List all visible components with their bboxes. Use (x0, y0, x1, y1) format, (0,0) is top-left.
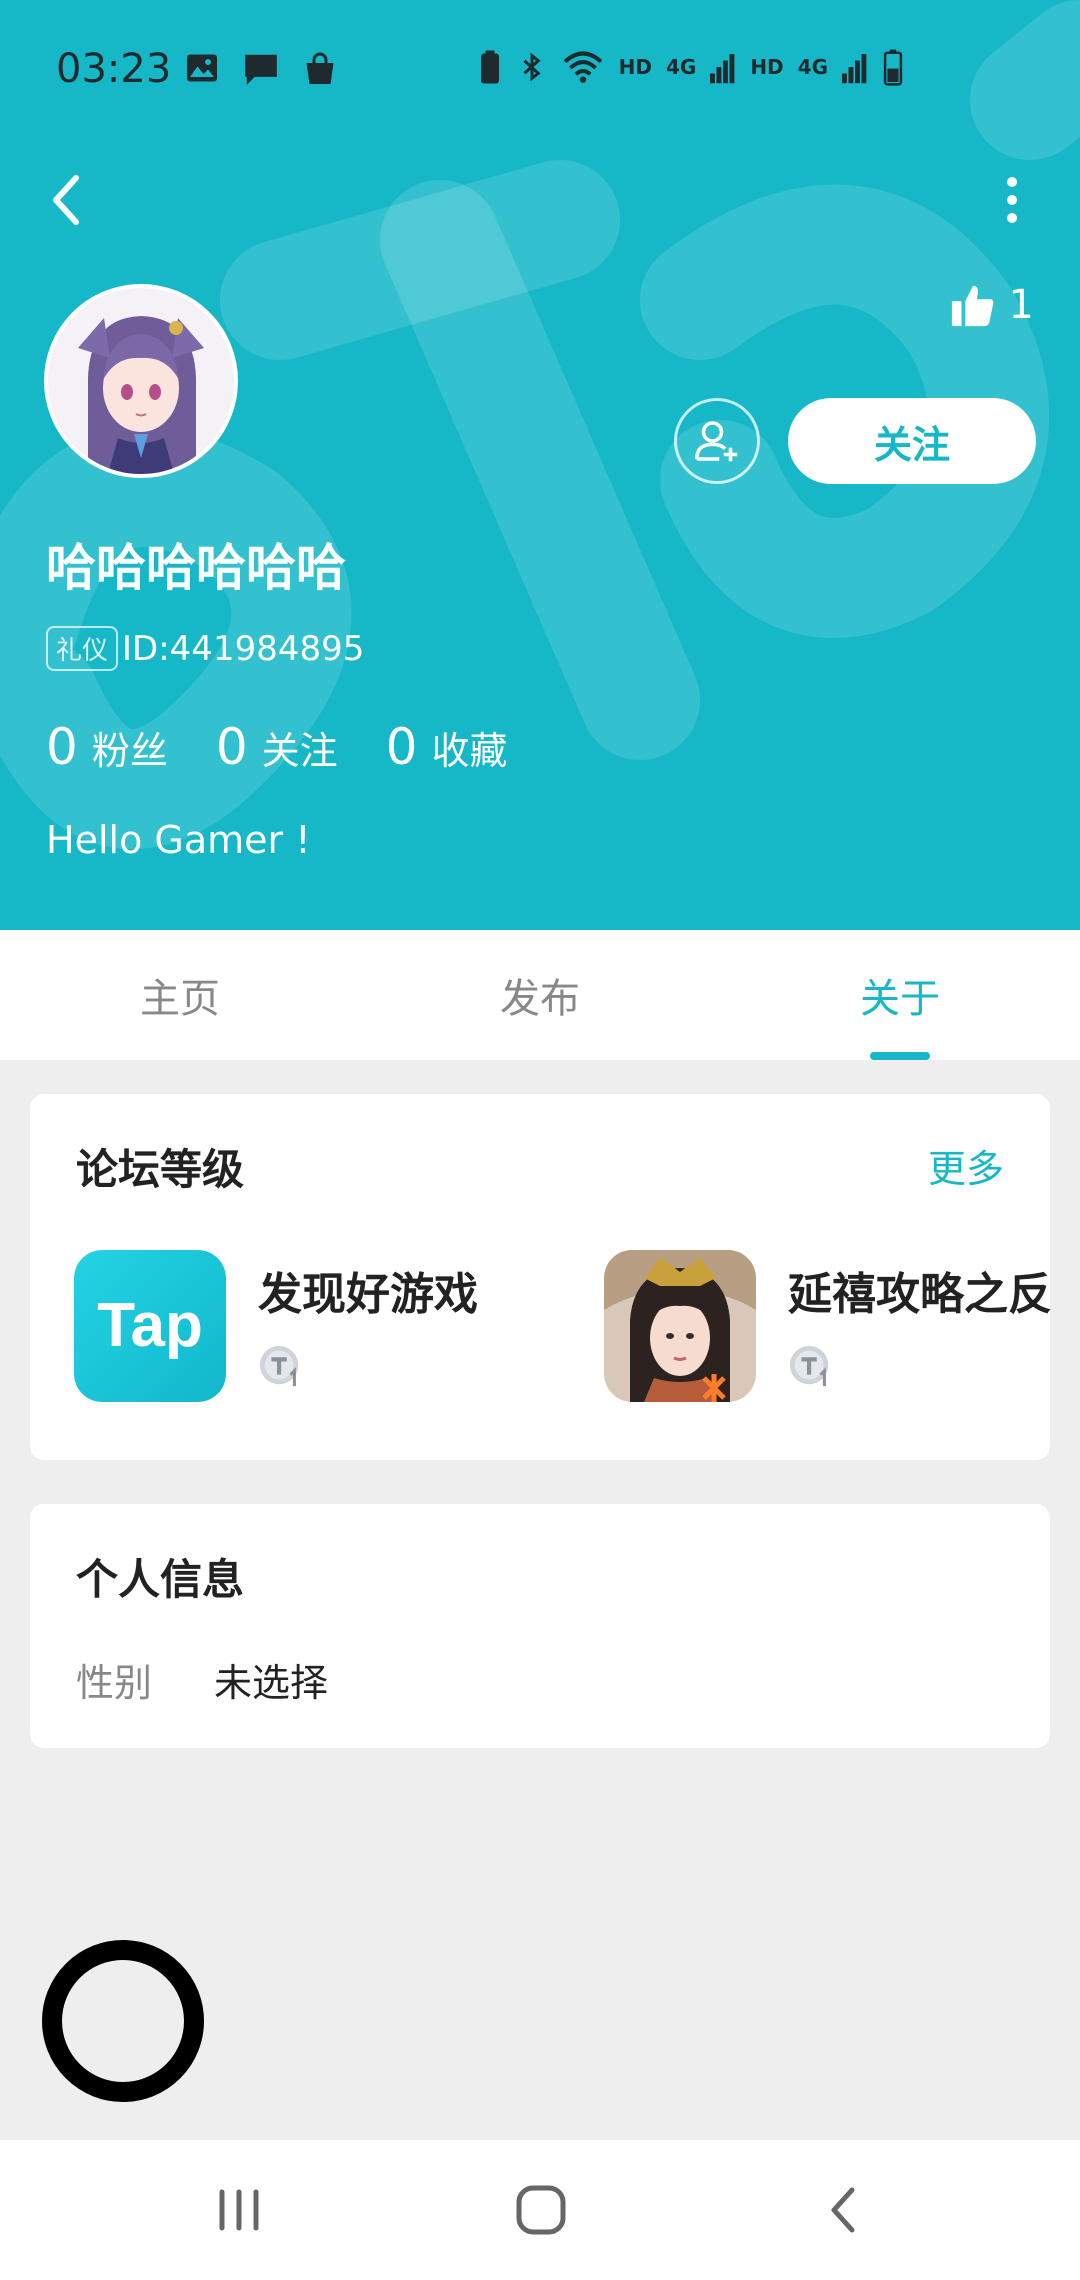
card-title: 个人信息 (76, 1555, 245, 1604)
tab-indicator (870, 1052, 930, 1060)
tab-label: 主页 (140, 976, 220, 1022)
back-arrow-icon[interactable] (46, 170, 86, 230)
network-label: 4G (797, 55, 828, 79)
stat-value: 0 (46, 718, 78, 776)
user-id: ID:441984895 (122, 628, 365, 669)
gallery-icon (187, 54, 217, 82)
game-portrait-icon (604, 1250, 756, 1402)
info-row-gender: 性别 未选择 (76, 1652, 328, 1707)
forum-level-card: 论坛等级 更多 Tap 发现好游戏 延禧攻略之反 (30, 1094, 1052, 1460)
thumbs-up-icon (951, 285, 993, 327)
stat-value: 0 (385, 718, 418, 776)
level-badge-icon (259, 1345, 299, 1387)
tab-label: 关于 (860, 976, 940, 1022)
tap-logo-icon: Tap (74, 1250, 226, 1402)
tab-home[interactable]: 主页 (0, 930, 360, 1060)
tab-about[interactable]: 关于 (720, 930, 1080, 1060)
network-label: HD (618, 55, 652, 79)
signal-icon (842, 54, 867, 84)
profile-tabs: 主页 发布 关于 (0, 930, 1080, 1060)
add-user-icon (694, 421, 738, 462)
floating-button[interactable] (42, 1940, 204, 2102)
forum-game-item[interactable]: 延禧攻略之反 (604, 1250, 1052, 1402)
stat-favorites[interactable]: 0 收藏 (386, 718, 508, 776)
status-left-icons (184, 50, 338, 88)
battery-icon (883, 49, 903, 86)
system-nav-bar (0, 2140, 1080, 2280)
username: 哈哈哈哈哈哈 (46, 539, 346, 597)
svg-text:Tap: Tap (97, 1291, 203, 1360)
battery-saver-icon (480, 50, 499, 84)
tab-label: 发布 (500, 976, 580, 1022)
avatar[interactable] (44, 284, 238, 478)
game-name: 发现好游戏 (258, 1269, 478, 1320)
avatar-image (48, 288, 234, 474)
game-name: 延禧攻略之反 (788, 1269, 1052, 1320)
bluetooth-icon (523, 52, 541, 82)
profile-stats: 0 粉丝 0 关注 0 收藏 (46, 718, 507, 776)
stat-label: 收藏 (431, 729, 508, 773)
stat-value: 0 (215, 718, 248, 776)
info-value: 未选择 (214, 1661, 329, 1705)
id-badge: 礼仪 (46, 626, 119, 671)
more-vertical-icon[interactable] (992, 170, 1032, 230)
stat-fans[interactable]: 0 粉丝 (46, 718, 168, 776)
profile-bio: Hello Gamer ! (46, 818, 311, 862)
tab-posts[interactable]: 发布 (360, 930, 720, 1060)
add-friend-button[interactable] (674, 398, 760, 484)
card-title: 论坛等级 (76, 1145, 245, 1194)
wifi-icon (563, 51, 602, 83)
network-label: 4G (665, 55, 697, 79)
network-label: HD (750, 55, 784, 79)
status-right-icons: HD 4G HD 4G (477, 48, 904, 86)
status-time: 03:23 (56, 46, 172, 92)
stat-following[interactable]: 0 关注 (216, 718, 338, 776)
signal-icon (710, 54, 735, 84)
shopping-bag-icon (306, 52, 334, 84)
nav-back-icon[interactable] (808, 2180, 878, 2240)
forum-game-item[interactable]: Tap 发现好游戏 (74, 1250, 478, 1402)
level-badge-icon (789, 1345, 829, 1387)
like-button[interactable]: 1 (949, 282, 1034, 328)
message-icon (245, 54, 277, 85)
status-bar: 03:23 HD 4G HD 4G (0, 0, 1080, 140)
personal-info-card: 个人信息 性别 未选择 (30, 1504, 1050, 1748)
home-icon[interactable] (506, 2180, 576, 2240)
recent-apps-icon[interactable] (204, 2180, 274, 2240)
stat-label: 关注 (261, 729, 338, 773)
stat-label: 粉丝 (91, 729, 168, 773)
follow-button[interactable]: 关注 (788, 398, 1036, 484)
user-id-row: 礼仪 ID:441984895 (46, 626, 364, 671)
info-label: 性别 (76, 1661, 153, 1705)
like-count: 1 (1008, 282, 1034, 328)
more-link[interactable]: 更多 (928, 1138, 1004, 1193)
profile-header: 03:23 HD 4G HD 4G 1 关注 哈哈哈哈哈哈 礼仪 ID:4419… (0, 0, 1080, 930)
